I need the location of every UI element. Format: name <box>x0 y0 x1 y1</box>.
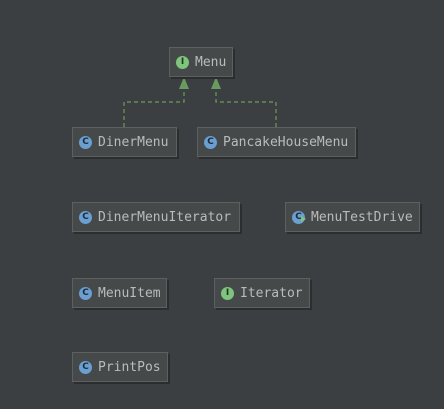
interface-icon: I <box>221 286 234 300</box>
class-icon: C <box>79 286 92 300</box>
node-label: DinerMenu <box>98 134 169 150</box>
node-menu-test-drive[interactable]: C MenuTestDrive <box>285 202 420 232</box>
interface-icon: I <box>176 55 189 69</box>
node-diner-menu[interactable]: C DinerMenu <box>72 127 177 157</box>
edge-pancakehousemenu-implements-menu <box>215 84 277 127</box>
node-diner-menu-iterator[interactable]: C DinerMenuIterator <box>72 202 240 232</box>
node-label: MenuItem <box>98 285 161 301</box>
class-main-icon: C <box>292 210 306 224</box>
node-print-pos[interactable]: C PrintPos <box>72 352 168 382</box>
edge-arrowhead-pancakehousemenu <box>211 77 221 89</box>
class-icon: C <box>204 135 217 149</box>
class-icon: C <box>79 360 92 374</box>
edge-arrowhead-dinermenu <box>179 77 189 89</box>
node-label: PancakeHouseMenu <box>223 134 349 150</box>
node-label: MenuTestDrive <box>311 209 413 225</box>
node-label: PrintPos <box>98 359 161 375</box>
node-iterator[interactable]: I Iterator <box>214 278 310 308</box>
node-menu-item[interactable]: C MenuItem <box>72 278 167 308</box>
node-label: Menu <box>195 54 227 70</box>
uml-diagram-canvas: I Menu C DinerMenu C PancakeHouseMenu C … <box>0 0 444 409</box>
edge-dinermenu-implements-menu <box>123 84 185 127</box>
node-pancake-house-menu[interactable]: C PancakeHouseMenu <box>197 127 356 157</box>
node-label: Iterator <box>240 285 303 301</box>
class-icon: C <box>79 210 92 224</box>
class-icon: C <box>79 135 92 149</box>
node-menu[interactable]: I Menu <box>169 47 233 77</box>
node-label: DinerMenuIterator <box>98 209 232 225</box>
